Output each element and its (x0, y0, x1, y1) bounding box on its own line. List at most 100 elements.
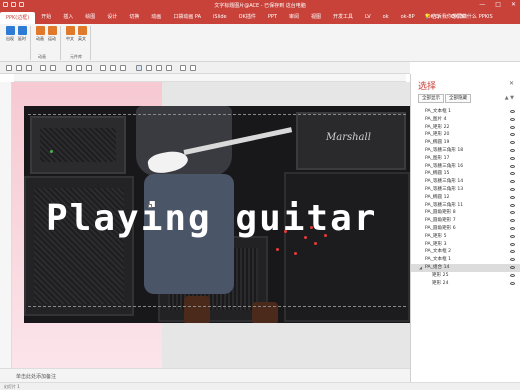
tool-icon[interactable] (26, 65, 32, 71)
selection-list-item[interactable]: PA_圆角矩形 8 (411, 209, 520, 217)
reorder-arrows-icon[interactable]: ▲ ▼ (505, 95, 514, 101)
selection-list-item[interactable]: PA_等腰三角形 13 (411, 186, 520, 194)
minimize-button[interactable]: — (479, 1, 485, 8)
visibility-eye-icon[interactable] (510, 156, 515, 160)
selection-list-item[interactable]: PA_圆角矩形 7 (411, 217, 520, 225)
visibility-eye-icon[interactable] (510, 265, 515, 269)
selection-list-item[interactable]: PA_矩形 3 (411, 241, 520, 249)
ribbon-tab[interactable]: iSlide (207, 10, 233, 24)
ribbon-tab[interactable]: 切换 (123, 10, 145, 24)
slide-title-text[interactable]: Playing guitar (46, 198, 406, 239)
visibility-eye-icon[interactable] (510, 219, 515, 223)
ribbon-tab[interactable]: 口袋动画 PA (167, 10, 207, 24)
selection-list-item[interactable]: PA_图形 17 (411, 155, 520, 163)
ribbon-button-3[interactable]: 动画 (34, 26, 46, 41)
visibility-eye-icon[interactable] (510, 242, 515, 246)
visibility-eye-icon[interactable] (510, 250, 515, 254)
tool-icon[interactable] (6, 65, 12, 71)
ribbon-tab[interactable]: 绘图 (79, 10, 101, 24)
tell-me-search[interactable]: 💡 告诉我你想要做什么 (424, 13, 477, 20)
selection-list-item[interactable]: 矩形 24 (411, 280, 520, 288)
selection-list-item[interactable]: 矩形 25 (411, 272, 520, 280)
ribbon-tab[interactable]: OK插件 (233, 10, 262, 24)
selection-list-item[interactable]: PA_圆角矩形 6 (411, 225, 520, 233)
ribbon-button-5[interactable]: 中文 (64, 26, 76, 41)
selection-list-item[interactable]: PA_等腰三角形 11 (411, 202, 520, 210)
visibility-eye-icon[interactable] (510, 258, 515, 262)
visibility-eye-icon[interactable] (510, 172, 515, 176)
slide-canvas[interactable]: Marshall Playing guitar (12, 82, 410, 368)
hide-all-button[interactable]: 全部隐藏 (445, 94, 471, 103)
visibility-eye-icon[interactable] (510, 203, 515, 207)
selection-list-item[interactable]: PA_等腰三角形 18 (411, 147, 520, 155)
notes-pane[interactable]: 单击此处添加备注 (0, 368, 410, 382)
visibility-eye-icon[interactable] (510, 110, 515, 113)
visibility-eye-icon[interactable] (510, 133, 515, 137)
visibility-eye-icon[interactable] (510, 226, 515, 230)
selection-list-item[interactable]: PA_椭圆 15 (411, 170, 520, 178)
visibility-eye-icon[interactable] (510, 234, 515, 238)
tool-icon[interactable] (156, 65, 162, 71)
selection-list-item[interactable]: PA_等腰三角形 14 (411, 178, 520, 186)
ribbon-tab[interactable]: 设计 (101, 10, 123, 24)
visibility-eye-icon[interactable] (510, 281, 515, 285)
selection-list-item[interactable]: PA_文本框 1 (411, 108, 520, 116)
ribbon-tab[interactable]: 开始 (35, 10, 57, 24)
close-button[interactable]: ✕ (511, 1, 516, 8)
tool-icon[interactable] (50, 65, 56, 71)
ribbon-tab[interactable]: LV (359, 10, 377, 24)
visibility-eye-icon[interactable] (510, 125, 515, 129)
ribbon-tab[interactable]: ok (377, 10, 395, 24)
selection-handle[interactable] (148, 204, 152, 208)
visibility-eye-icon[interactable] (510, 195, 515, 199)
select-tool-icon[interactable] (136, 65, 142, 71)
tool-icon[interactable] (66, 65, 72, 71)
visibility-eye-icon[interactable] (510, 180, 515, 184)
ribbon-tab[interactable]: 插入 (57, 10, 79, 24)
tool-icon[interactable] (120, 65, 126, 71)
selection-list-item[interactable]: PA_椭圆 19 (411, 139, 520, 147)
ribbon-button-2[interactable]: 延时 (16, 26, 28, 41)
selection-list-item[interactable]: PA_椭圆 12 (411, 194, 520, 202)
selection-list-item[interactable]: PA_等腰三角形 16 (411, 163, 520, 171)
ribbon-tab[interactable]: 视图 (305, 10, 327, 24)
visibility-eye-icon[interactable] (510, 164, 515, 168)
selection-list-item[interactable]: ◢ PA_组合 14 (411, 263, 520, 272)
slide[interactable]: Marshall Playing guitar (24, 106, 410, 323)
ribbon-tab[interactable]: 动画 (145, 10, 167, 24)
ribbon-tab[interactable]: ok-8P (395, 10, 421, 24)
visibility-eye-icon[interactable] (510, 141, 515, 145)
visibility-eye-icon[interactable] (510, 187, 515, 191)
tool-icon[interactable] (166, 65, 172, 71)
ribbon-button-4[interactable]: 运动 (46, 26, 58, 41)
tool-icon[interactable] (76, 65, 82, 71)
selection-list-item[interactable]: PA_矩形 5 (411, 233, 520, 241)
ribbon-button-6[interactable]: 英文 (76, 26, 88, 41)
maximize-button[interactable]: □ (495, 1, 501, 8)
selection-list-item[interactable]: PA_图片 4 (411, 116, 520, 124)
tool-icon[interactable] (40, 65, 46, 71)
tool-icon[interactable] (100, 65, 106, 71)
selection-list-item[interactable]: PA_文本框 1 (411, 256, 520, 264)
tool-icon[interactable] (190, 65, 196, 71)
ribbon-tab[interactable]: 开发工具 (327, 10, 359, 24)
selection-list-item[interactable]: PA_文本框 2 (411, 248, 520, 256)
ribbon-tab[interactable]: PPT (262, 10, 283, 24)
expand-caret-icon[interactable]: ◢ (419, 264, 422, 272)
show-all-button[interactable]: 全部显示 (418, 94, 444, 103)
tool-icon[interactable] (86, 65, 92, 71)
visibility-eye-icon[interactable] (510, 148, 515, 152)
close-icon[interactable]: ✕ (509, 80, 514, 87)
visibility-eye-icon[interactable] (510, 211, 515, 215)
visibility-eye-icon[interactable] (510, 273, 515, 277)
tool-icon[interactable] (16, 65, 22, 71)
tool-icon[interactable] (110, 65, 116, 71)
tool-icon[interactable] (146, 65, 152, 71)
tool-icon[interactable] (180, 65, 186, 71)
ribbon-tab[interactable]: PPK(边框) (0, 12, 36, 24)
ribbon-tab[interactable]: 审阅 (283, 10, 305, 24)
selection-list-item[interactable]: PA_矩形 22 (411, 124, 520, 132)
visibility-eye-icon[interactable] (510, 117, 515, 121)
ribbon-button-1[interactable]: 出现 (4, 26, 16, 41)
selection-list-item[interactable]: PA_矩形 20 (411, 131, 520, 139)
